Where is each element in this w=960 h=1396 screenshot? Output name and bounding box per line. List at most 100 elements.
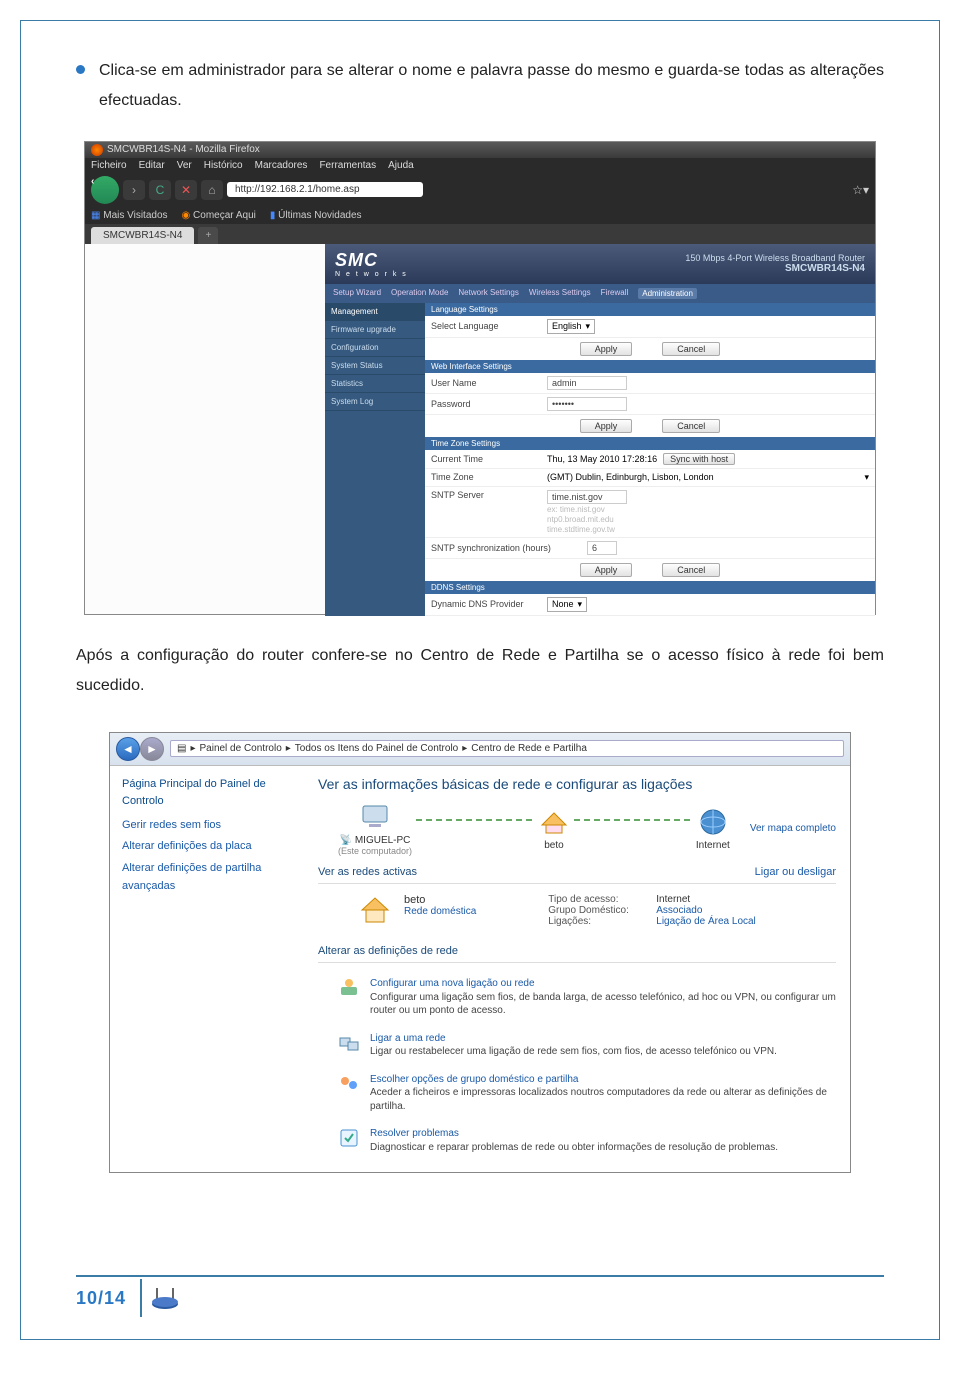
cancel-button-2[interactable]: Cancel [662,419,720,433]
menu-ver[interactable]: Ver [177,160,192,171]
bookmark-ultimas-novidades[interactable]: ▮ Últimas Novidades [270,210,362,221]
change-settings-header: Alterar as definições de rede [318,945,458,957]
firefox-menubar[interactable]: Ficheiro Editar Ver Histórico Marcadores… [85,158,875,173]
sync-with-host-button[interactable]: Sync with host [663,453,735,465]
current-time-value: Thu, 13 May 2010 17:28:16 [547,454,657,464]
section-ddns: DDNS Settings [425,581,875,594]
menu-ficheiro[interactable]: Ficheiro [91,160,127,171]
tab-network-settings[interactable]: Network Settings [458,288,518,299]
url-bar[interactable]: http://192.168.2.1/home.asp [227,182,423,197]
language-select[interactable]: English ▾ [547,319,595,334]
apply-button-3[interactable]: Apply [580,563,633,577]
new-connection-icon [338,977,360,999]
item-troubleshoot[interactable]: Resolver problemasDiagnosticar e reparar… [318,1121,836,1162]
network-center-main: Ver as informações básicas de rede e con… [304,766,850,1173]
breadcrumb[interactable]: ▤ ▸ Painel de Controlo ▸ Todos os Itens … [170,740,844,757]
new-tab-button[interactable]: + [198,227,218,244]
crumb-2[interactable]: Todos os Itens do Painel de Controlo [295,743,458,754]
star-icon[interactable]: ☆▾ [852,183,869,197]
reload-button[interactable]: C [149,180,171,200]
crumb-1[interactable]: Painel de Controlo [199,743,281,754]
menu-ferramentas[interactable]: Ferramentas [319,160,376,171]
section-web-interface: Web Interface Settings [425,360,875,373]
router-content: Language Settings Select Language Englis… [425,303,875,616]
side-management[interactable]: Management [325,303,425,321]
tab-setup-wizard[interactable]: Setup Wizard [333,288,381,299]
sntp-sync-input[interactable]: 6 [587,541,617,555]
nav-back-button[interactable]: ◄ [116,737,140,761]
tab-operation-mode[interactable]: Operation Mode [391,288,448,299]
forward-button[interactable]: › [123,180,145,200]
back-button[interactable]: ‹ [91,176,119,204]
active-networks-header: Ver as redes activas [318,866,417,878]
label-username: User Name [431,378,541,388]
tab-administration[interactable]: Administration [638,288,697,299]
node-router: beto [538,807,570,851]
tab-label: SMCWBR14S-N4 [103,230,182,241]
firefox-icon [91,144,103,156]
label-current-time: Current Time [431,454,541,464]
section-timezone: Time Zone Settings [425,437,875,450]
section-language: Language Settings [425,303,875,316]
sidebar-header[interactable]: Página Principal do Painel de Controlo [122,776,292,811]
side-system-log[interactable]: System Log [325,393,425,411]
item-new-connection[interactable]: Configurar uma nova ligação ou redeConfi… [318,971,836,1026]
sntp-example3: time.stdtime.gov.tw [547,525,615,534]
menu-ajuda[interactable]: Ajuda [388,160,414,171]
side-configuration[interactable]: Configuration [325,339,425,357]
item-connect-network[interactable]: Ligar a uma redeLigar ou restabelecer um… [318,1026,836,1067]
stop-button[interactable]: ✕ [175,180,197,200]
ddns-select[interactable]: None ▾ [547,597,587,612]
bookmarks-bar: ▦ Mais Visitados ◉ Começar Aqui ▮ Última… [85,207,875,224]
smc-logo-sub: N e t w o r k s [335,271,408,278]
sntp-example1: ex: time.nist.gov [547,505,605,514]
connection-link[interactable]: Ligação de Área Local [656,916,756,927]
homegroup-link[interactable]: Associado [656,905,702,916]
crumb-3[interactable]: Centro de Rede e Partilha [471,743,587,754]
browser-tab[interactable]: SMCWBR14S-N4 [91,227,194,244]
access-type-value: Internet [656,894,690,905]
window-title: SMCWBR14S-N4 - Mozilla Firefox [107,144,260,155]
side-link-adapter[interactable]: Alterar definições da placa [122,838,292,856]
url-text: http://192.168.2.1/home.asp [235,184,360,195]
intro-paragraph: Clica-se em administrador para se altera… [76,56,884,117]
side-statistics[interactable]: Statistics [325,375,425,393]
connection-line [574,819,692,821]
page-number: 10/14 [76,1288,126,1309]
nav-forward-button[interactable]: ► [140,737,164,761]
apply-button[interactable]: Apply [580,342,633,356]
tab-firewall[interactable]: Firewall [601,288,629,299]
username-input[interactable]: admin [547,376,627,390]
menu-editar[interactable]: Editar [139,160,165,171]
label-select-language: Select Language [431,321,541,331]
view-full-map-link[interactable]: Ver mapa completo [750,823,836,834]
bookmark-mais-visitados[interactable]: ▦ Mais Visitados [91,210,168,221]
connect-disconnect-link[interactable]: Ligar ou desligar [755,866,836,878]
home-button[interactable]: ⌂ [201,180,223,200]
label-timezone: Time Zone [431,472,541,482]
label-password: Password [431,399,541,409]
password-input[interactable]: ••••••• [547,397,627,411]
sntp-server-input[interactable]: time.nist.gov [547,490,627,504]
tab-wireless-settings[interactable]: Wireless Settings [529,288,591,299]
cancel-button-3[interactable]: Cancel [662,563,720,577]
side-firmware[interactable]: Firmware upgrade [325,321,425,339]
menu-historico[interactable]: Histórico [204,160,243,171]
side-link-wireless[interactable]: Gerir redes sem fios [122,817,292,835]
timezone-value[interactable]: (GMT) Dublin, Edinburgh, Lisbon, London [547,472,858,482]
chevron-down-icon: ▾ [864,472,869,483]
apply-button-2[interactable]: Apply [580,419,633,433]
menu-marcadores[interactable]: Marcadores [255,160,308,171]
side-system-status[interactable]: System Status [325,357,425,375]
chevron-down-icon: ▾ [578,599,583,610]
network-name: beto [404,894,476,906]
intro-text: Clica-se em administrador para se altera… [99,56,884,117]
network-type-link[interactable]: Rede doméstica [404,906,476,917]
computer-icon [359,802,391,832]
cancel-button[interactable]: Cancel [662,342,720,356]
item-homegroup[interactable]: Escolher opções de grupo doméstico e par… [318,1067,836,1122]
troubleshoot-icon [338,1127,360,1149]
bookmark-comecar-aqui[interactable]: ◉ Começar Aqui [182,210,256,221]
side-link-sharing[interactable]: Alterar definições de partilha avançadas [122,860,292,895]
node-this-pc: 📡 MIGUEL-PC (Este computador) [338,802,412,856]
